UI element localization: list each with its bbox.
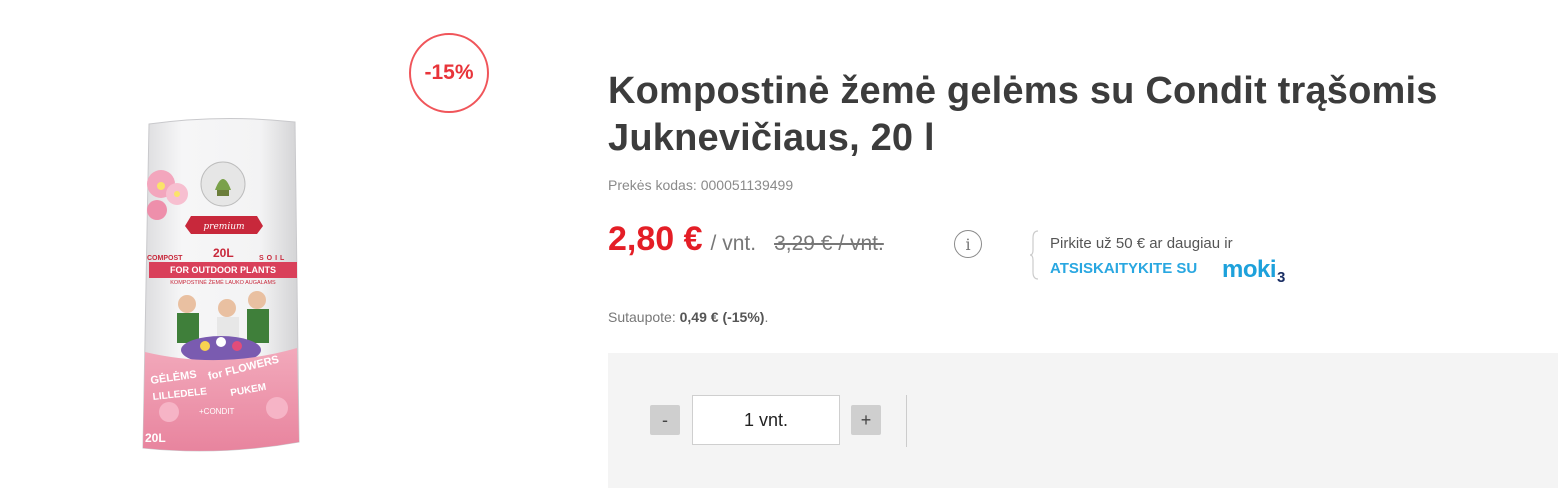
buy-box-divider (906, 395, 907, 447)
packaging-volume: 20L (213, 246, 234, 260)
brace-icon (1030, 230, 1039, 280)
packaging-soil: SOIL (259, 255, 287, 262)
quantity-decrease-button[interactable]: - (650, 405, 680, 435)
info-icon[interactable]: i (954, 230, 982, 258)
savings-suffix: . (764, 309, 769, 325)
packaging-outdoor: FOR OUTDOOR PLANTS (170, 265, 276, 275)
moki3-logo-suffix: 3 (1277, 269, 1285, 286)
price-row: 2,80 € / vnt. 3,29 € / vnt. (608, 220, 884, 266)
packaging-compost: COMPOST (147, 255, 183, 262)
price-current: 2,80 € (608, 220, 703, 258)
price-unit: / vnt. (710, 232, 757, 255)
packaging-condit: +CONDIT (199, 407, 234, 416)
product-image[interactable]: premium COMPOST 20L SOIL FOR OUTDOOR PLA… (135, 112, 307, 462)
quantity-increase-button[interactable]: + (851, 405, 881, 435)
sku-value: 000051139499 (700, 177, 794, 193)
packaging-premium: premium (203, 222, 244, 232)
financing-block: Pirkite už 50 € ar daugiau ir ATSISKAITY… (1030, 230, 1330, 286)
savings-line: Sutaupote: 0,49 € (-15%). (608, 309, 768, 325)
discount-badge: -15% (409, 33, 489, 113)
price-old: 3,29 € / vnt. (774, 232, 884, 255)
add-to-cart-box: - + (608, 353, 1558, 488)
financing-text: Pirkite už 50 € ar daugiau ir (1050, 235, 1233, 252)
moki3-logo[interactable]: moki 3 (1222, 254, 1285, 286)
financing-link[interactable]: ATSISKAITYKITE SU (1050, 260, 1197, 277)
packaging-outdoor-lt: KOMPOSTINĖ ŽEMĖ LAUKO AUGALAMS (170, 278, 276, 286)
packaging-side-volume: 20L (145, 431, 166, 445)
moki3-logo-main: moki (1222, 256, 1277, 283)
savings-value: 0,49 € (-15%) (679, 309, 765, 325)
savings-label: Sutaupote: (608, 309, 676, 325)
quantity-input[interactable] (692, 395, 840, 445)
product-page: premium COMPOST 20L SOIL FOR OUTDOOR PLA… (0, 0, 1558, 488)
product-sku: Prekės kodas: 000051139499 (608, 177, 793, 193)
product-title: Kompostinė žemė gelėms su Condit trąšomi… (608, 70, 1438, 159)
sku-label: Prekės kodas: (608, 177, 697, 193)
